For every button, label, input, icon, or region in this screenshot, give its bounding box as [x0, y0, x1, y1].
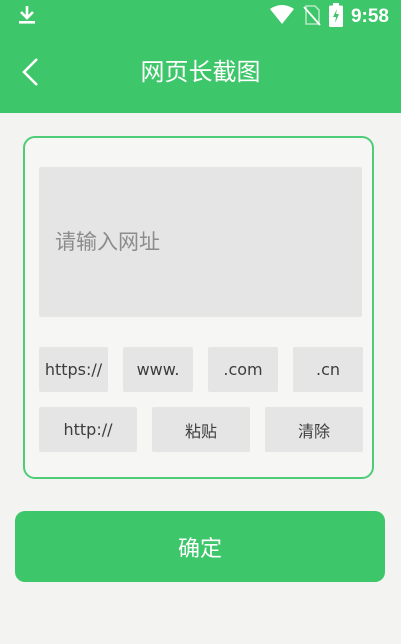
http-shortcut-button[interactable]: http:// [39, 407, 137, 452]
battery-charging-icon [328, 3, 343, 31]
https-shortcut-button[interactable]: https:// [39, 347, 108, 392]
confirm-button[interactable]: 确定 [15, 511, 385, 582]
status-time: 9:58 [350, 6, 389, 27]
url-input[interactable] [39, 167, 362, 317]
url-card: https:// www. .com .cn http:// 粘贴 清除 [23, 136, 374, 479]
no-sim-icon [303, 4, 321, 30]
wifi-icon [269, 5, 295, 29]
clear-button[interactable]: 清除 [265, 407, 363, 452]
www-shortcut-button[interactable]: www. [123, 347, 193, 392]
download-icon [16, 4, 38, 30]
cn-shortcut-button[interactable]: .cn [293, 347, 363, 392]
paste-button[interactable]: 粘贴 [152, 407, 250, 452]
page-title: 网页长截图 [140, 58, 261, 86]
app-header: 9:58 网页长截图 [0, 0, 401, 113]
status-bar: 9:58 [0, 0, 401, 30]
com-shortcut-button[interactable]: .com [208, 347, 278, 392]
